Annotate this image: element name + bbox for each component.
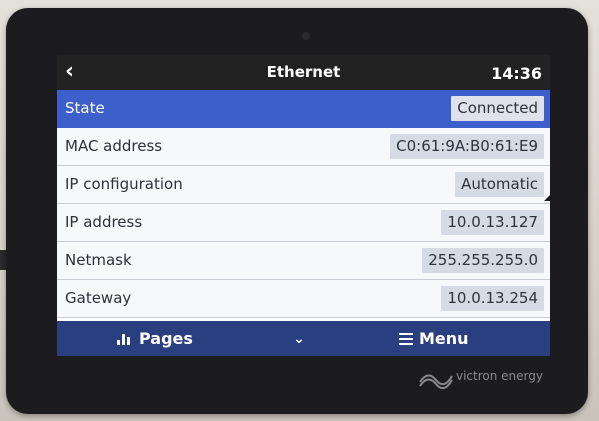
clock: 14:36 (491, 64, 542, 83)
victron-logo-icon (419, 374, 453, 390)
header-bar: ‹ Ethernet 14:36 (57, 55, 550, 90)
menu-label: Menu (419, 329, 469, 348)
row-mac-address[interactable]: MAC address C0:61:9A:B0:61:E9 (57, 128, 550, 166)
row-label: MAC address (65, 137, 163, 155)
row-value: 10.0.13.254 (441, 286, 544, 311)
row-gateway[interactable]: Gateway 10.0.13.254 (57, 280, 550, 318)
device-screen: ‹ Ethernet 14:36 State Connected MAC add… (57, 55, 550, 356)
row-label: IP configuration (65, 175, 183, 193)
row-value: Automatic (455, 172, 544, 197)
pages-label: Pages (139, 329, 193, 348)
hamburger-icon (399, 333, 413, 345)
row-ip-address[interactable]: IP address 10.0.13.127 (57, 204, 550, 242)
row-label: Gateway (65, 289, 132, 307)
footer-bar: Pages ⌄ Menu (57, 321, 550, 356)
row-value: Connected (451, 96, 544, 121)
row-value: C0:61:9A:B0:61:E9 (390, 134, 544, 159)
page-title: Ethernet (266, 63, 341, 81)
row-label: Netmask (65, 251, 132, 269)
row-label: State (65, 99, 105, 117)
menu-button[interactable]: Menu (399, 321, 499, 356)
row-ip-configuration[interactable]: IP configuration Automatic (57, 166, 550, 204)
pages-button[interactable]: Pages (117, 321, 217, 356)
bar-chart-icon (117, 333, 131, 345)
settings-list: State Connected MAC address C0:61:9A:B0:… (57, 90, 550, 318)
brand-name: victron energy (456, 369, 543, 383)
row-netmask[interactable]: Netmask 255.255.255.0 (57, 242, 550, 280)
row-label: IP address (65, 213, 143, 231)
row-value: 255.255.255.0 (422, 248, 544, 273)
camera-sensor (302, 32, 310, 40)
row-state[interactable]: State Connected (57, 90, 550, 128)
brand-logo: victron energy (418, 364, 568, 394)
row-value: 10.0.13.127 (441, 210, 544, 235)
dropdown-corner-icon (544, 195, 550, 201)
chevron-down-icon[interactable]: ⌄ (289, 321, 309, 356)
